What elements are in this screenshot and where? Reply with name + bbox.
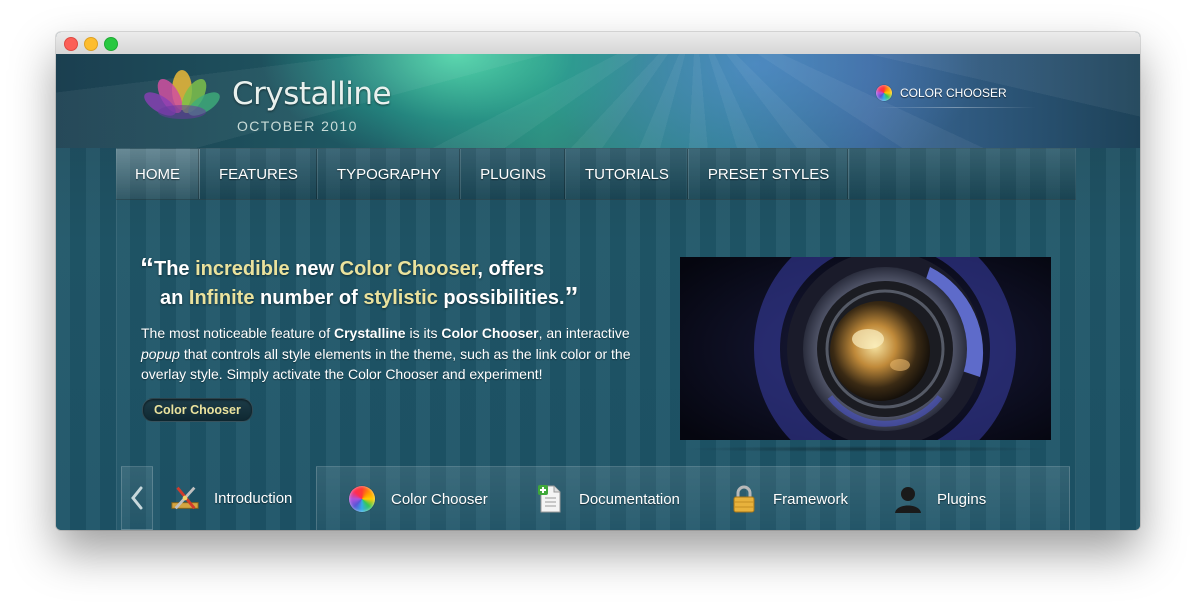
- quote-line-1: “The incredible new Color Chooser, offer…: [140, 254, 660, 283]
- hero-description: The most noticeable feature of Crystalli…: [141, 323, 661, 385]
- desc-bold: Crystalline: [334, 325, 406, 341]
- tab-documentation[interactable]: Documentation: [535, 467, 680, 530]
- site-subtitle: OCTOBER 2010: [237, 118, 358, 134]
- quote-text: new: [289, 258, 340, 280]
- quote-highlight: Color Chooser: [339, 258, 478, 280]
- color-chooser-label: COLOR CHOOSER: [900, 86, 1007, 100]
- nav-item-tutorials[interactable]: TUTORIALS: [566, 149, 689, 199]
- quote-text: number of: [254, 287, 364, 309]
- feature-slider: Introduction Color Chooser Documentation…: [116, 466, 1076, 530]
- nav-item-typography[interactable]: TYPOGRAPHY: [318, 149, 462, 199]
- nav-item-features[interactable]: FEATURES: [200, 149, 318, 199]
- lock-icon: [729, 484, 759, 514]
- color-wheel-icon: [347, 484, 377, 514]
- tab-label: Introduction: [214, 489, 293, 507]
- quote-text: , offers: [477, 258, 545, 280]
- tab-framework[interactable]: Framework: [729, 467, 848, 530]
- tools-icon: [170, 483, 200, 513]
- quote-highlight: stylistic: [363, 287, 438, 309]
- tab-introduction[interactable]: Introduction: [170, 466, 292, 530]
- desc-text: , an interactive: [538, 325, 630, 341]
- hero-quote: “The incredible new Color Chooser, offer…: [140, 254, 660, 312]
- quote-text: an: [160, 287, 189, 309]
- desc-text: The most noticeable feature of: [141, 325, 334, 341]
- minimize-window-button[interactable]: [84, 37, 98, 51]
- desc-text: that controls all style elements in the …: [141, 345, 631, 383]
- tab-color-chooser[interactable]: Color Chooser: [347, 467, 488, 530]
- tab-label: Documentation: [579, 490, 680, 508]
- nav-item-plugins[interactable]: PLUGINS: [461, 149, 566, 199]
- nav-item-preset-styles[interactable]: PRESET STYLES: [689, 149, 850, 199]
- image-shadow: [680, 446, 1051, 452]
- quote-line-2: an Infinite number of stylistic possibil…: [140, 283, 660, 312]
- document-add-icon: [535, 484, 565, 514]
- close-window-button[interactable]: [64, 37, 78, 51]
- browser-window: Crystalline OCTOBER 2010 COLOR CHOOSER H…: [56, 32, 1140, 530]
- tab-plugins[interactable]: Plugins: [893, 467, 986, 530]
- site-header: Crystalline OCTOBER 2010 COLOR CHOOSER: [56, 54, 1140, 148]
- main-nav: HOME FEATURES TYPOGRAPHY PLUGINS TUTORIA…: [116, 148, 1076, 200]
- desc-bold: Color Chooser: [441, 325, 539, 341]
- color-chooser-link[interactable]: COLOR CHOOSER: [876, 76, 1036, 110]
- color-wheel-icon: [876, 85, 892, 101]
- color-chooser-button[interactable]: Color Chooser: [142, 398, 253, 422]
- quote-highlight: incredible: [195, 258, 290, 280]
- desc-italic: popup: [141, 345, 180, 362]
- close-quote-mark: ”: [564, 281, 579, 312]
- site-title[interactable]: Crystalline: [232, 76, 392, 112]
- slider-prev-button[interactable]: [121, 466, 153, 530]
- tab-label: Plugins: [937, 490, 987, 508]
- quote-text: possibilities.: [437, 287, 565, 309]
- chevron-left-icon: [131, 486, 143, 510]
- quote-text: The: [154, 258, 196, 280]
- window-titlebar: [56, 32, 1140, 55]
- slider-tabs-panel: Color Chooser Documentation Framework Pl…: [316, 466, 1070, 530]
- nav-item-home[interactable]: HOME: [116, 149, 200, 199]
- tab-label: Framework: [773, 490, 849, 508]
- website-content: Crystalline OCTOBER 2010 COLOR CHOOSER H…: [56, 54, 1140, 530]
- tab-label: Color Chooser: [391, 490, 488, 508]
- zoom-window-button[interactable]: [104, 37, 118, 51]
- quote-highlight: Infinite: [188, 287, 255, 309]
- user-icon: [893, 484, 923, 514]
- open-quote-mark: “: [140, 252, 154, 283]
- desc-text: is its: [405, 325, 442, 341]
- lotus-logo-icon[interactable]: [140, 68, 224, 124]
- camera-lens-image: [680, 257, 1051, 440]
